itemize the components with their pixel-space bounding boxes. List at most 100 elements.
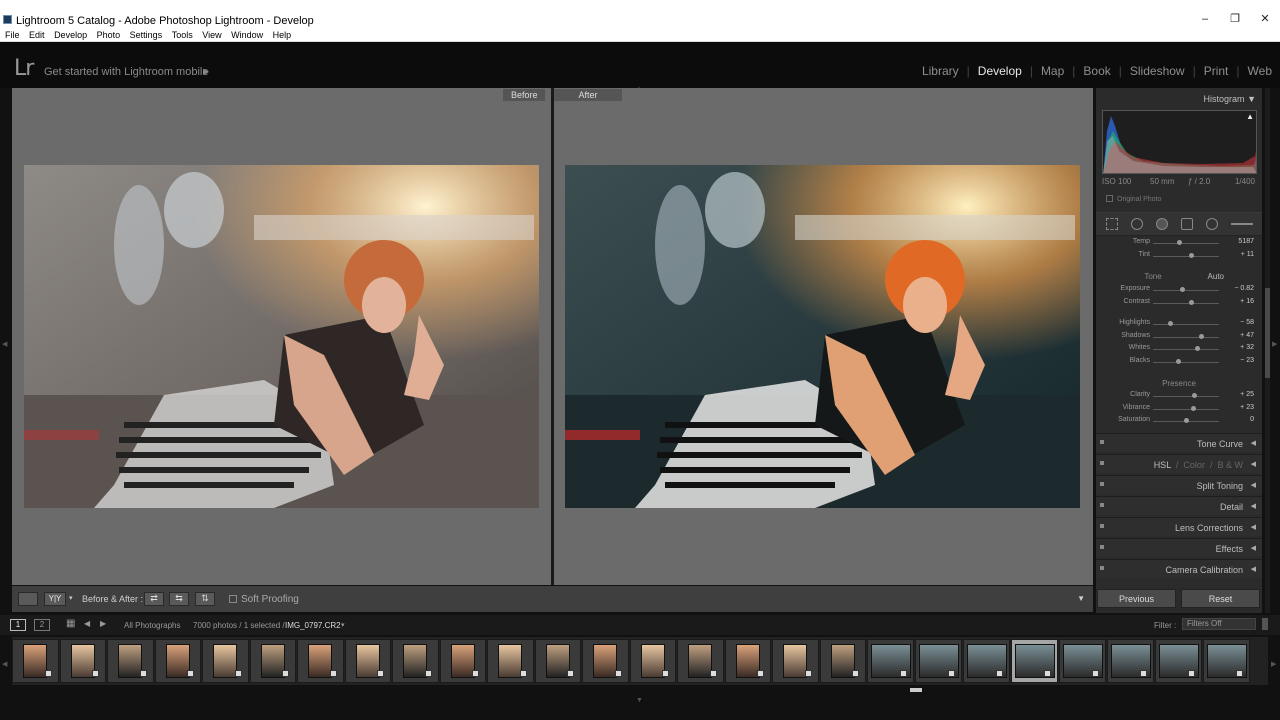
slider-blacks[interactable]: Blacks − 23	[1096, 357, 1262, 369]
before-photo[interactable]	[24, 165, 539, 508]
tone-auto-button[interactable]: Auto	[1208, 272, 1224, 281]
spot-removal-tool-icon[interactable]	[1131, 218, 1143, 230]
collapse-bottom-icon[interactable]: ▼	[636, 697, 643, 704]
slider-contrast[interactable]: Contrast + 16	[1096, 298, 1262, 310]
identity-plate-text[interactable]: Get started with Lightroom mobile	[44, 66, 208, 78]
slider-knob[interactable]	[1189, 300, 1195, 305]
lens-corrections-section[interactable]: Lens Corrections ◀	[1096, 517, 1262, 536]
slider-knob[interactable]	[1177, 240, 1183, 245]
filmstrip-thumbnail[interactable]	[1107, 639, 1154, 683]
filmstrip-thumbnail[interactable]	[963, 639, 1010, 683]
left-panel-toggle-icon[interactable]: ◀	[2, 340, 7, 348]
filmstrip-thumbnail[interactable]	[154, 639, 201, 683]
histogram-graph[interactable]: ▲	[1102, 110, 1257, 174]
slider-value[interactable]: − 58	[1240, 319, 1254, 326]
filmstrip-thumbnail[interactable]	[1155, 639, 1202, 683]
menu-window[interactable]: Window	[231, 28, 263, 42]
filmstrip-thumbnail[interactable]	[772, 639, 819, 683]
filmstrip-thumbnail[interactable]	[439, 639, 486, 683]
slider-value[interactable]: + 23	[1240, 404, 1254, 411]
scrollbar-thumb[interactable]	[1265, 288, 1270, 378]
identity-arrow-icon[interactable]: ▶	[203, 67, 209, 76]
slider-knob[interactable]	[1176, 358, 1182, 364]
original-photo-toggle[interactable]: Original Photo	[1106, 195, 1161, 203]
previous-button[interactable]: Previous	[1097, 589, 1176, 608]
camera-calibration-switch[interactable]	[1100, 566, 1104, 570]
module-develop[interactable]: Develop	[970, 64, 1030, 78]
lens-corrections-switch[interactable]	[1100, 524, 1104, 528]
menu-tools[interactable]: Tools	[172, 28, 193, 42]
slider-track[interactable]	[1153, 256, 1219, 257]
menu-develop[interactable]: Develop	[54, 28, 87, 42]
secondary-screen-button[interactable]: 2	[34, 619, 50, 631]
filter-lock-icon[interactable]	[1262, 618, 1268, 630]
slider-value[interactable]: + 47	[1240, 332, 1254, 339]
slider-value[interactable]: + 32	[1240, 344, 1254, 351]
detail-expand-icon[interactable]: ◀	[1251, 502, 1256, 510]
after-photo[interactable]	[565, 165, 1080, 508]
menu-edit[interactable]: Edit	[29, 28, 45, 42]
hsl-tab[interactable]: HSL	[1154, 460, 1171, 470]
module-library[interactable]: Library	[914, 64, 967, 78]
slider-track[interactable]	[1153, 408, 1219, 410]
filmstrip-thumbnail[interactable]	[677, 639, 724, 683]
slider-value[interactable]: + 16	[1240, 298, 1254, 305]
before-after-view-button[interactable]: Y|Y	[44, 592, 66, 606]
slider-knob[interactable]	[1199, 333, 1205, 339]
slider-value[interactable]: 0	[1250, 416, 1254, 423]
right-panel-toggle-icon[interactable]: ▶	[1272, 340, 1277, 348]
toolbar-menu-icon[interactable]: ▼	[1077, 594, 1085, 603]
hsl-switch[interactable]	[1100, 461, 1104, 465]
slider-knob[interactable]	[1180, 287, 1186, 292]
filter-preset-dropdown[interactable]: Filters Off	[1182, 618, 1256, 630]
red-eye-tool-icon[interactable]	[1156, 218, 1168, 230]
menu-settings[interactable]: Settings	[130, 28, 163, 42]
slider-knob[interactable]	[1189, 253, 1195, 258]
filmstrip-scrollbar-thumb[interactable]	[910, 688, 922, 692]
menu-view[interactable]: View	[202, 28, 221, 42]
tone-curve-expand-icon[interactable]: ◀	[1251, 439, 1256, 447]
reset-button[interactable]: Reset	[1181, 589, 1260, 608]
minimize-button[interactable]: –	[1190, 13, 1220, 25]
color-tab[interactable]: Color	[1183, 460, 1205, 470]
effects-switch[interactable]	[1100, 545, 1104, 549]
filmstrip-thumbnail[interactable]	[202, 639, 249, 683]
slider-highlights[interactable]: Highlights − 58	[1096, 319, 1262, 331]
filmstrip-thumbnail[interactable]	[915, 639, 962, 683]
slider-clarity[interactable]: Clarity + 25	[1096, 391, 1262, 403]
copy-after-to-before-button[interactable]: ⇆	[169, 592, 189, 606]
module-map[interactable]: Map	[1033, 64, 1072, 78]
filmstrip-thumbnail[interactable]	[12, 639, 59, 683]
module-book[interactable]: Book	[1075, 64, 1118, 78]
slider-tint[interactable]: Tint + 11	[1096, 251, 1262, 263]
filmstrip-thumbnail[interactable]	[867, 639, 914, 683]
tone-curve-section[interactable]: Tone Curve ◀	[1096, 433, 1262, 452]
filmstrip-thumbnail[interactable]	[59, 639, 106, 683]
filmstrip-thumbnail[interactable]	[1059, 639, 1106, 683]
crop-tool-icon[interactable]	[1106, 218, 1118, 230]
filmstrip-thumbnail[interactable]	[629, 639, 676, 683]
detail-switch[interactable]	[1100, 503, 1104, 507]
slider-knob[interactable]	[1167, 321, 1173, 326]
camera-calibration-section[interactable]: Camera Calibration ◀	[1096, 559, 1262, 578]
grid-view-icon[interactable]: ▦	[66, 618, 75, 629]
module-web[interactable]: Web	[1240, 64, 1280, 78]
filmstrip-thumbnail[interactable]	[107, 639, 154, 683]
filename-dropdown-icon[interactable]: ▾	[341, 621, 345, 629]
filmstrip-thumbnail[interactable]	[534, 639, 581, 683]
slider-value[interactable]: − 23	[1240, 357, 1254, 364]
histogram-header[interactable]: Histogram ▼	[1204, 94, 1256, 104]
hsl-expand-icon[interactable]: ◀	[1251, 460, 1256, 468]
slider-track[interactable]	[1153, 349, 1219, 350]
slider-exposure[interactable]: Exposure − 0.82	[1096, 285, 1262, 297]
slider-track[interactable]	[1153, 324, 1219, 325]
tone-curve-switch[interactable]	[1100, 440, 1104, 444]
filmstrip-thumbnail[interactable]	[819, 639, 866, 683]
loupe-view-button[interactable]	[18, 592, 38, 606]
slider-track[interactable]	[1153, 303, 1219, 304]
slider-knob[interactable]	[1184, 418, 1189, 423]
soft-proofing-checkbox[interactable]	[229, 595, 237, 603]
module-print[interactable]: Print	[1196, 64, 1237, 78]
bw-tab[interactable]: B & W	[1217, 460, 1243, 470]
slider-value[interactable]: + 25	[1240, 391, 1254, 398]
